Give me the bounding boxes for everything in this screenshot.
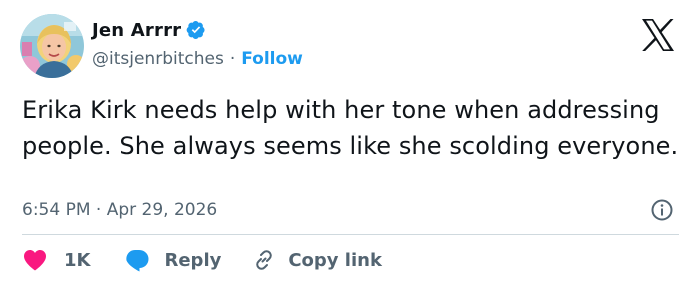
- avatar-image: [20, 14, 84, 78]
- separator-dot: ·: [229, 49, 236, 69]
- tweet-actions: 1K Reply Copy link: [22, 244, 382, 276]
- info-icon[interactable]: [650, 198, 674, 222]
- reply-button[interactable]: Reply: [124, 248, 221, 272]
- tweet-timestamp[interactable]: 6:54 PM · Apr 29, 2026: [22, 198, 217, 222]
- avatar[interactable]: [20, 14, 84, 78]
- copy-link-label: Copy link: [288, 249, 382, 271]
- verified-badge-icon[interactable]: [186, 20, 206, 40]
- link-icon: [256, 250, 273, 270]
- author-handle-row: @itsjenrbitches · Follow: [92, 47, 303, 71]
- author-name-row: Jen Arrrr: [92, 17, 206, 43]
- speech-bubble-icon: [126, 250, 149, 272]
- heart-icon: [24, 250, 46, 271]
- display-name[interactable]: Jen Arrrr: [92, 20, 181, 41]
- x-logo-icon[interactable]: [640, 18, 676, 52]
- like-count: 1K: [64, 249, 91, 271]
- follow-button[interactable]: Follow: [241, 49, 303, 69]
- reply-label: Reply: [164, 249, 222, 271]
- divider: [22, 234, 679, 235]
- user-handle[interactable]: @itsjenrbitches: [92, 49, 224, 69]
- copy-link-button[interactable]: Copy link: [252, 248, 382, 272]
- like-button[interactable]: 1K: [22, 248, 90, 272]
- tweet-text: Erika Kirk needs help with her tone when…: [22, 96, 679, 160]
